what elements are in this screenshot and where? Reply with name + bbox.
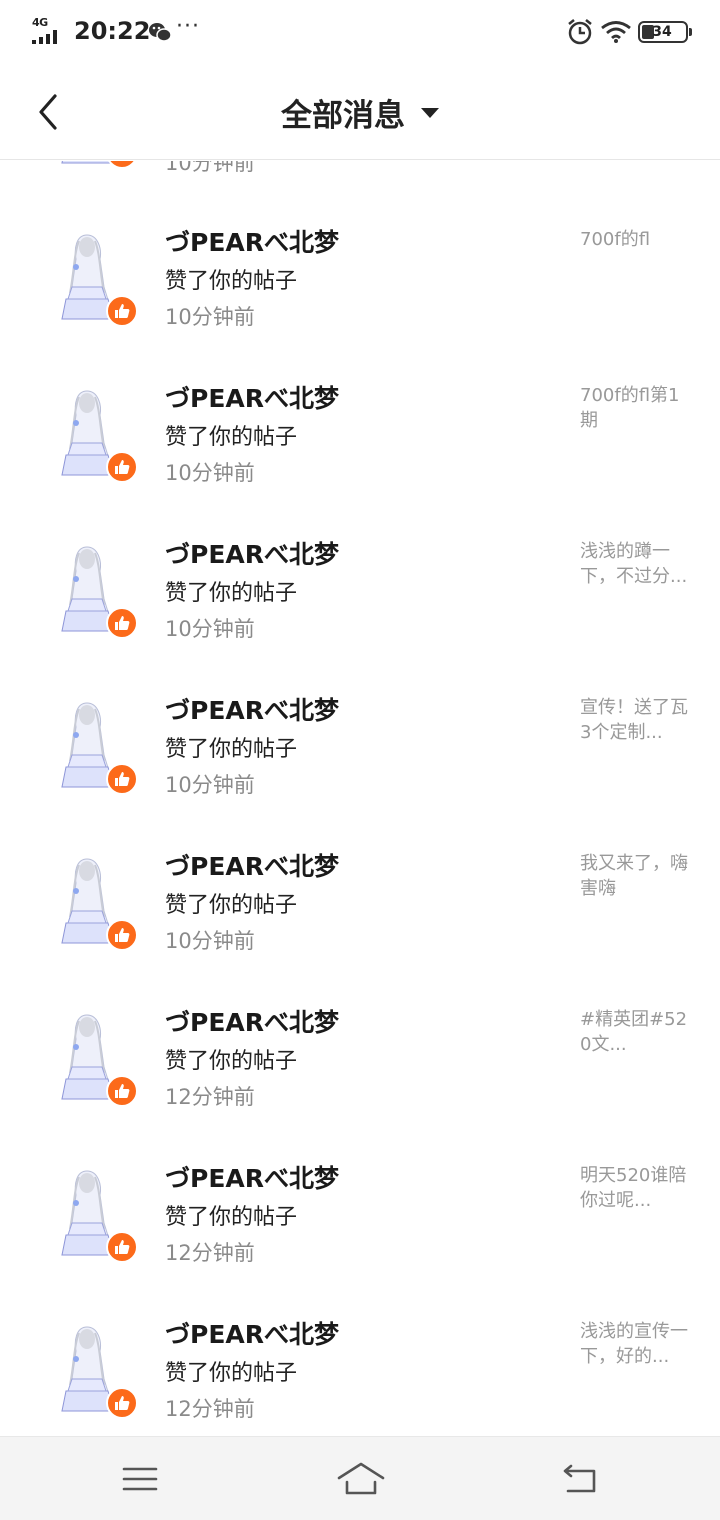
user-name[interactable]: づPEARべ北梦: [165, 379, 339, 415]
time-label: 10分钟前: [165, 773, 255, 797]
thumbs-up-icon: [115, 1240, 130, 1254]
list-item[interactable]: づPEARべ北梦赞了你的帖子 10分钟前 700f的fl第1期: [0, 345, 720, 501]
list-item[interactable]: づPEARべ北梦赞了你的帖子 10分钟前 我又来了，嗨害嗨: [0, 813, 720, 969]
post-preview[interactable]: #精英团#520文...: [580, 1007, 690, 1057]
home-icon[interactable]: [336, 1457, 386, 1501]
message-filter-dropdown[interactable]: 全部消息: [0, 64, 720, 160]
post-preview[interactable]: 700f的fl: [580, 227, 690, 252]
time-label: 12分钟前: [165, 1397, 255, 1421]
post-preview[interactable]: 明天520谁陪你过呢...: [580, 1163, 690, 1213]
post-preview[interactable]: 浅浅的蹲一下，不过分...: [580, 539, 690, 589]
user-name[interactable]: づPEARべ北梦: [165, 535, 339, 571]
thumbs-up-icon: [115, 460, 130, 474]
system-nav-bar: [0, 1436, 720, 1520]
list-item[interactable]: づPEARべ北梦赞了你的帖子 10分钟前 宣传！送了瓦3个定制...: [0, 657, 720, 813]
back-icon[interactable]: [558, 1457, 602, 1501]
message-list[interactable]: 10分钟前 づPEARべ北梦 赞了你的帖子 10分钟前 700f的fl づPEARべ北梦…: [0, 161, 720, 1436]
thumbs-up-icon: [115, 1396, 130, 1410]
back-chevron-icon[interactable]: [26, 88, 74, 136]
time-label: 10分钟前: [165, 929, 255, 953]
like-badge: [106, 1075, 138, 1107]
thumbs-up-icon: [115, 616, 130, 630]
top-bar: 全部消息: [0, 64, 720, 160]
thumbs-up-icon: [115, 1084, 130, 1098]
page-title: 全部消息: [281, 97, 405, 134]
menu-icon[interactable]: [118, 1457, 162, 1501]
signal-icon: 4G: [30, 16, 68, 46]
network-type: 4G: [32, 16, 48, 29]
time-label: 10分钟前: [165, 461, 255, 485]
caret-down-icon: [421, 108, 439, 118]
alarm-icon: [568, 19, 592, 45]
list-item[interactable]: づPEARべ北梦赞了你的帖子 12分钟前 #精英团#520文...: [0, 969, 720, 1125]
time-label: 10分钟前: [165, 617, 255, 641]
thumbs-up-icon: [115, 772, 130, 786]
like-badge: [106, 763, 138, 795]
user-name[interactable]: づPEARべ北梦: [165, 1159, 339, 1195]
post-preview[interactable]: 浅浅的宣传一下，好的...: [580, 1319, 690, 1369]
action-text: 赞了你的帖子: [165, 581, 298, 606]
like-badge: [106, 919, 138, 951]
battery-level: 34: [652, 24, 672, 40]
post-preview[interactable]: 宣传！送了瓦3个定制...: [580, 695, 690, 745]
status-bar: 4G 20:22 ··· 34: [0, 0, 720, 64]
time-label: 10分钟前: [165, 161, 255, 175]
battery-icon: 34: [638, 21, 692, 43]
like-badge: [106, 607, 138, 639]
action-text: 赞了你的帖子: [165, 269, 298, 294]
action-text: 赞了你的帖子: [165, 1049, 298, 1074]
thumbs-up-icon: [115, 928, 130, 942]
user-name[interactable]: づPEARべ北梦: [165, 847, 339, 883]
wechat-icon: [149, 23, 172, 42]
list-item[interactable]: づPEARべ北梦赞了你的帖子 10分钟前 700f的fl: [0, 189, 720, 345]
wifi-icon: [601, 21, 631, 43]
like-badge: [106, 295, 138, 327]
action-text: 赞了你的帖子: [165, 737, 298, 762]
thumbs-up-icon: [115, 304, 130, 318]
time-label: 10分钟前: [165, 305, 255, 329]
like-badge: [106, 1231, 138, 1263]
time-label: 12分钟前: [165, 1241, 255, 1265]
user-name[interactable]: づPEARべ北梦: [165, 1003, 339, 1039]
post-preview[interactable]: 我又来了，嗨害嗨: [580, 851, 690, 901]
action-text: 赞了你的帖子: [165, 1205, 298, 1230]
like-badge: [106, 451, 138, 483]
user-name[interactable]: づPEARべ北梦: [165, 223, 339, 259]
more-notifications-icon: ···: [176, 14, 200, 39]
user-name[interactable]: づPEARべ北梦: [165, 691, 339, 727]
action-text: 赞了你的帖子: [165, 425, 298, 450]
user-name[interactable]: づPEARべ北梦: [165, 1315, 339, 1351]
action-text: 赞了你的帖子: [165, 1361, 298, 1386]
post-preview[interactable]: 700f的fl第1期: [580, 383, 690, 433]
list-item[interactable]: づPEARべ北梦赞了你的帖子 10分钟前 浅浅的蹲一下，不过分...: [0, 501, 720, 657]
list-item[interactable]: づPEARべ北梦赞了你的帖子 12分钟前 浅浅的宣传一下，好的...: [0, 1281, 720, 1436]
like-badge: [106, 1387, 138, 1419]
time-label: 12分钟前: [165, 1085, 255, 1109]
list-item[interactable]: づPEARべ北梦赞了你的帖子 12分钟前 明天520谁陪你过呢...: [0, 1125, 720, 1281]
clock: 20:22: [74, 17, 151, 45]
action-text: 赞了你的帖子: [165, 893, 298, 918]
